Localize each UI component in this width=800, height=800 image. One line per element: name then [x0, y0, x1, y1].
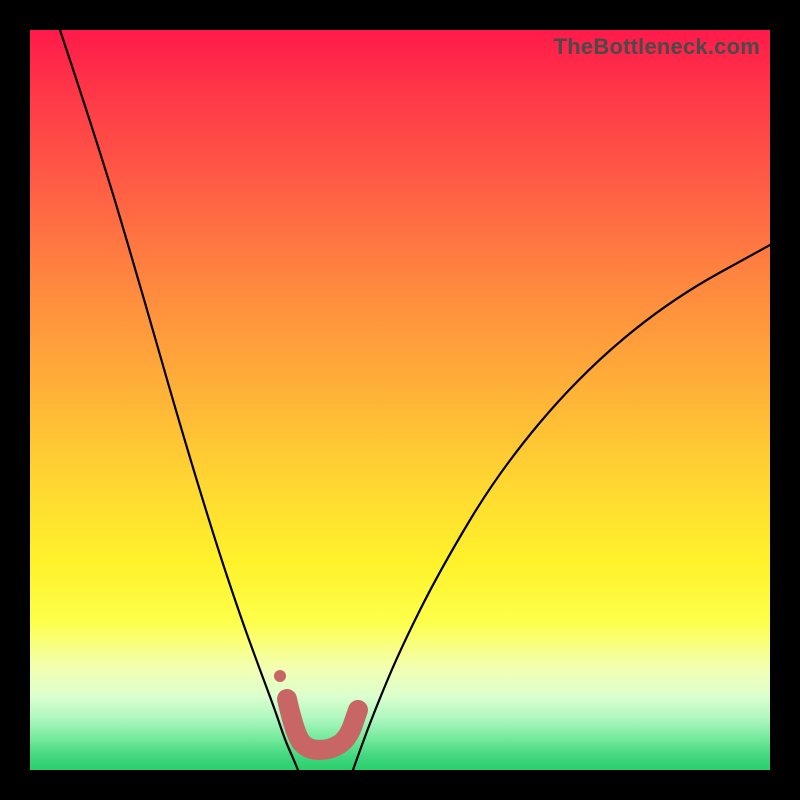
- plot-area: TheBottleneck.com: [30, 30, 770, 770]
- highlight-dot: [274, 670, 286, 682]
- curve-right: [353, 245, 770, 770]
- curve-left: [60, 30, 298, 770]
- watermark-text: TheBottleneck.com: [554, 34, 760, 60]
- highlight-well: [287, 699, 358, 750]
- chart-svg: [30, 30, 770, 770]
